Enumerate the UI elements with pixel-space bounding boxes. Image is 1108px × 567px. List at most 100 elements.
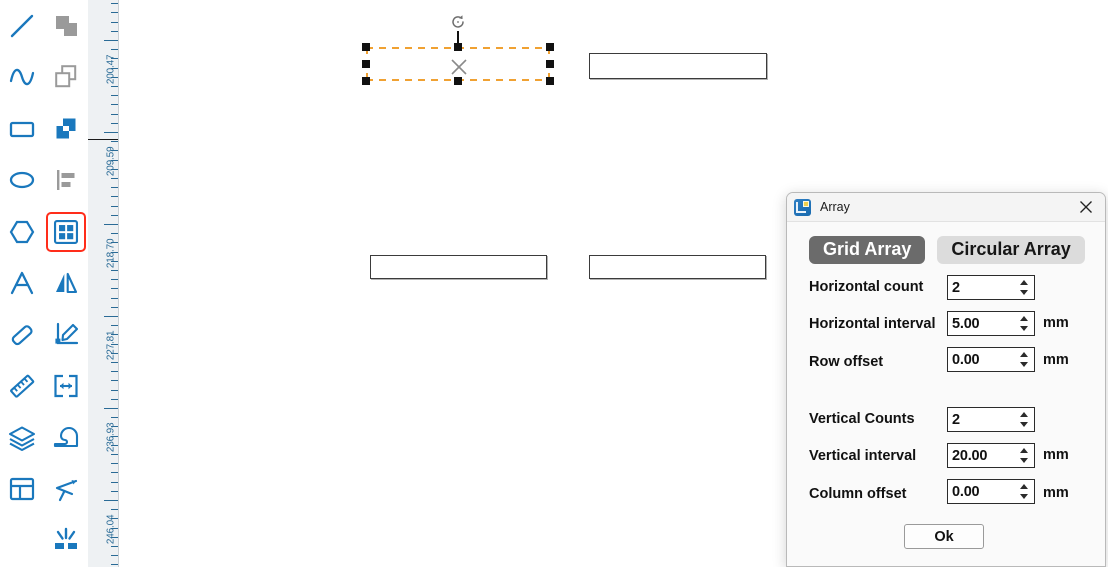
horizontal-count-spin-arrows[interactable]	[1016, 276, 1034, 299]
row-offset-stepper[interactable]: 0.00	[947, 347, 1035, 372]
ruler-label: 246.04	[105, 514, 116, 545]
rect-top-right[interactable]	[589, 53, 767, 79]
column-offset-value[interactable]: 0.00	[948, 484, 1016, 500]
horizontal-interval-unit: mm	[1043, 315, 1069, 331]
ruler-minor-tick	[111, 22, 118, 23]
mirror-icon	[56, 273, 78, 294]
selection-handle-se[interactable]	[546, 77, 554, 85]
selection-handle-w[interactable]	[362, 60, 370, 68]
ruler-minor-tick	[111, 390, 118, 391]
rect-bottom-left[interactable]	[370, 255, 547, 279]
align-left-tool[interactable]	[46, 160, 86, 200]
rectangle-tool[interactable]	[2, 109, 42, 149]
ruler-minor-tick	[111, 564, 118, 565]
node-edit-tool[interactable]	[46, 315, 86, 355]
offset-path-tool[interactable]	[46, 418, 86, 458]
selection-handle-sw[interactable]	[362, 77, 370, 85]
column-offset-stepper[interactable]: 0.00	[947, 479, 1035, 504]
row-offset-value[interactable]: 0.00	[948, 352, 1016, 368]
horizontal-count-stepper[interactable]: 2	[947, 275, 1035, 300]
rotate-cw-icon[interactable]	[450, 14, 466, 35]
vertical-interval-stepper[interactable]: 20.00	[947, 443, 1035, 468]
tab-grid-array[interactable]: Grid Array	[809, 236, 926, 264]
ruler-minor-tick	[111, 123, 118, 124]
spin-down-icon[interactable]	[1019, 458, 1028, 463]
transform-tool[interactable]	[46, 469, 86, 509]
measure-tool[interactable]	[2, 366, 42, 406]
spin-up-icon[interactable]	[1019, 280, 1028, 285]
eraser-tool[interactable]	[2, 315, 42, 355]
intersect-shapes-tool[interactable]	[46, 109, 86, 149]
horizontal-interval-spin-arrows[interactable]	[1016, 312, 1034, 335]
ruler-minor-tick	[111, 95, 118, 96]
vertical-counts-value[interactable]: 2	[948, 412, 1016, 428]
text-a-icon	[10, 272, 34, 295]
vertical-counts-stepper[interactable]: 2	[947, 407, 1035, 432]
horizontal-interval-value[interactable]: 5.00	[948, 316, 1016, 332]
spin-down-icon[interactable]	[1019, 290, 1028, 295]
union-shapes-tool[interactable]	[46, 6, 86, 46]
ruler-major-tick	[104, 408, 118, 409]
ruler-major-tick	[104, 500, 118, 501]
array-tool[interactable]	[46, 211, 86, 252]
spin-up-icon[interactable]	[1019, 448, 1028, 453]
vertical-interval-spin-arrows[interactable]	[1016, 444, 1034, 467]
close-icon[interactable]	[1073, 196, 1099, 218]
spin-up-icon[interactable]	[1019, 352, 1028, 357]
ruler-minor-tick	[111, 371, 118, 372]
polygon-tool[interactable]	[2, 212, 42, 252]
ruler-minor-tick	[111, 555, 118, 556]
field-label-column-offset: Column offset	[809, 486, 907, 502]
tool-palette	[0, 0, 88, 567]
selection-frame[interactable]	[362, 15, 554, 85]
selection-handle-ne[interactable]	[546, 43, 554, 51]
text-tool[interactable]	[2, 263, 42, 303]
offset-path-icon	[53, 426, 79, 447]
ruler-minor-tick	[111, 454, 118, 455]
ruler-minor-tick	[111, 31, 118, 32]
ok-button[interactable]: Ok	[904, 524, 984, 549]
ruler-minor-tick	[111, 233, 118, 234]
line-tool[interactable]	[2, 6, 42, 46]
ellipse-tool[interactable]	[2, 160, 42, 200]
horizontal-count-value[interactable]: 2	[948, 280, 1016, 296]
spin-up-icon[interactable]	[1019, 316, 1028, 321]
ruler-minor-tick	[111, 509, 118, 510]
array-dialog[interactable]: Array Grid Array Circular Array	[786, 192, 1106, 567]
spin-down-icon[interactable]	[1019, 494, 1028, 499]
vertical-interval-unit: mm	[1043, 447, 1069, 463]
distribute-tool[interactable]	[46, 366, 86, 406]
ruler-minor-tick	[111, 399, 118, 400]
spin-down-icon[interactable]	[1019, 422, 1028, 427]
dialog-titlebar[interactable]: Array	[787, 193, 1105, 222]
ruler-icon	[10, 374, 35, 398]
mirror-tool[interactable]	[46, 263, 86, 303]
field-label-vertical-counts: Vertical Counts	[809, 411, 915, 427]
rect-bottom-right[interactable]	[589, 255, 766, 279]
ruler-label: 209.59	[105, 146, 116, 177]
subtract-shapes-tool[interactable]	[46, 57, 86, 97]
spin-up-icon[interactable]	[1019, 412, 1028, 417]
effects-tool[interactable]	[46, 521, 86, 561]
ruler-minor-tick	[111, 491, 118, 492]
vertical-ruler[interactable]: 200.47209.59218.70227.81236.93246.04255.…	[88, 0, 119, 567]
vertical-counts-spin-arrows[interactable]	[1016, 408, 1034, 431]
vertical-interval-value[interactable]: 20.00	[948, 448, 1016, 464]
curve-tool[interactable]	[2, 57, 42, 97]
row-offset-spin-arrows[interactable]	[1016, 348, 1034, 371]
table-tool[interactable]	[2, 469, 42, 509]
dialog-body: Grid Array Circular Array	[787, 222, 1105, 264]
spin-up-icon[interactable]	[1019, 484, 1028, 489]
spin-down-icon[interactable]	[1019, 326, 1028, 331]
ruler-minor-tick	[111, 178, 118, 179]
selection-handle-nw[interactable]	[362, 43, 370, 51]
layers-tool[interactable]	[2, 418, 42, 458]
selection-handle-e[interactable]	[546, 60, 554, 68]
tab-circular-array[interactable]: Circular Array	[937, 236, 1085, 264]
horizontal-interval-stepper[interactable]: 5.00	[947, 311, 1035, 336]
ruler-minor-tick	[111, 86, 118, 87]
column-offset-spin-arrows[interactable]	[1016, 480, 1034, 503]
ruler-minor-tick	[111, 104, 118, 105]
ruler-cursor-marker	[88, 139, 118, 140]
spin-down-icon[interactable]	[1019, 362, 1028, 367]
